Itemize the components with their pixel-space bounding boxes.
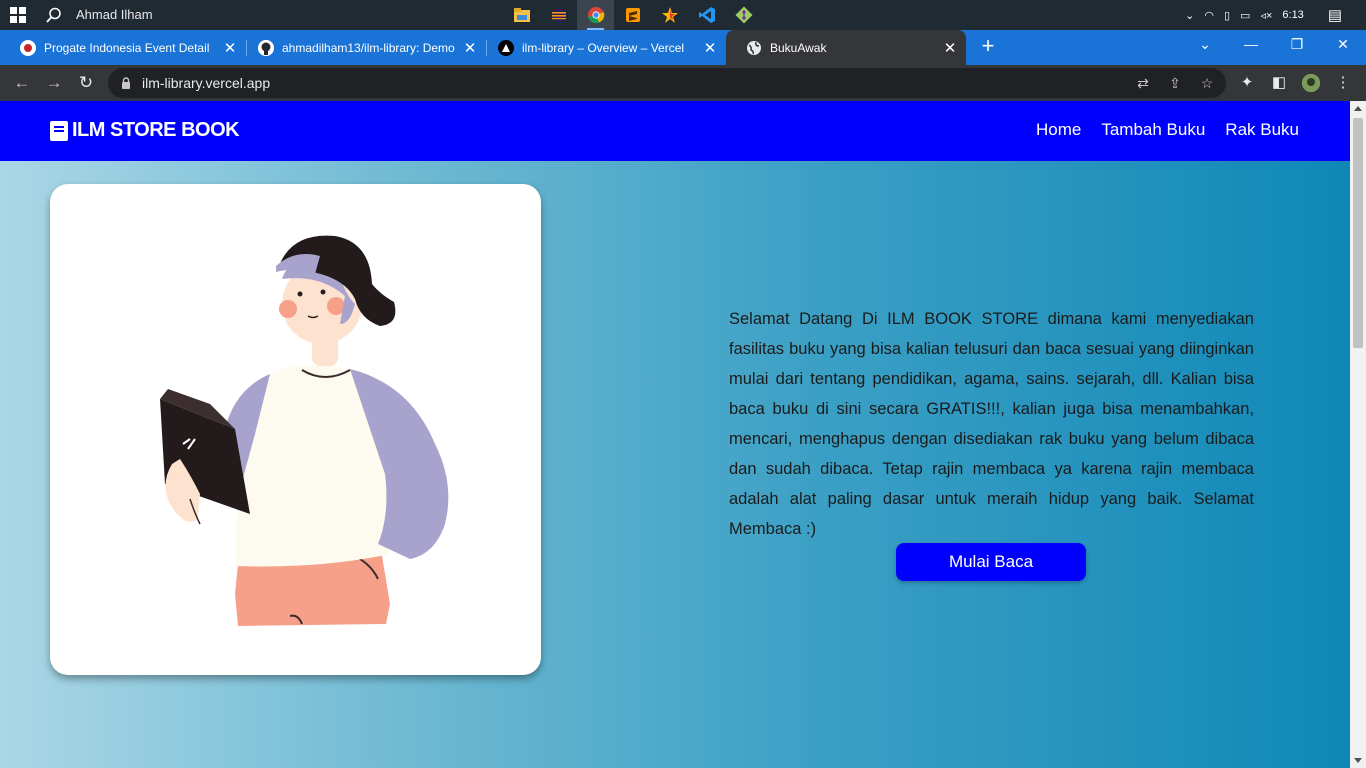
restore-icon[interactable]: ❐	[1274, 30, 1320, 60]
close-icon[interactable]: ✕	[220, 39, 240, 57]
site-menu: Home Tambah Buku Rak Buku	[1016, 120, 1299, 140]
sublime-icon[interactable]	[614, 0, 651, 30]
file-explorer-icon[interactable]	[503, 0, 540, 30]
welcome-text: Selamat Datang Di ILM BOOK STORE dimana …	[729, 309, 1254, 538]
tab-title: ahmadilham13/ilm-library: Demo	[282, 40, 455, 55]
close-icon[interactable]: ✕	[460, 39, 480, 57]
site-navbar: ILM STORE BOOK Home Tambah Buku Rak Buku	[0, 101, 1350, 161]
notification-icon[interactable]: ▤	[1328, 6, 1342, 24]
bookmark-star-icon[interactable]: ☆	[1199, 75, 1215, 91]
github-icon	[258, 39, 274, 56]
scrollbar-thumb[interactable]	[1353, 118, 1363, 348]
share-icon[interactable]: ⇪	[1167, 75, 1183, 91]
site-brand[interactable]: ILM STORE BOOK	[50, 119, 240, 142]
new-tab-button[interactable]: +	[978, 35, 998, 57]
profile-avatar[interactable]	[1302, 74, 1320, 92]
phone-icon[interactable]: ▯	[1224, 9, 1230, 22]
tab-github[interactable]: ahmadilham13/ilm-library: Demo ✕	[238, 30, 486, 65]
url-text[interactable]: ilm-library.vercel.app	[142, 75, 270, 91]
tab-title: ilm-library – Overview – Vercel	[522, 40, 685, 55]
brand-text: ILM STORE BOOK	[72, 119, 240, 141]
tab-search-icon[interactable]: ⌄	[1182, 30, 1228, 60]
taskbar-user-name: Ahmad Ilham	[76, 7, 153, 22]
back-icon[interactable]: ←	[12, 73, 32, 93]
volume-muted-icon[interactable]: ◃×	[1260, 9, 1272, 22]
browser-tab-strip: Progate Indonesia Event Detail ✕ ahmadil…	[0, 30, 1366, 65]
extensions-icon[interactable]: ✦	[1238, 74, 1256, 92]
windows-start-icon[interactable]	[10, 7, 26, 23]
progate-icon	[20, 39, 36, 56]
reload-icon[interactable]: ↻	[76, 73, 96, 93]
close-icon[interactable]: ✕	[700, 39, 720, 57]
vscode-icon[interactable]	[688, 0, 725, 30]
tab-bukuawak[interactable]: BukuAwak ✕	[726, 30, 966, 65]
nav-tambah-buku[interactable]: Tambah Buku	[1101, 120, 1205, 140]
hero-image-card	[50, 184, 541, 675]
forward-icon[interactable]: →	[44, 73, 64, 93]
close-icon[interactable]: ✕	[940, 39, 960, 57]
browser-toolbar: ← → ↻ ilm-library.vercel.app ⇄ ⇪ ☆ ✦ ◧ ⋮	[0, 65, 1366, 101]
wifi-icon[interactable]: ◠	[1204, 9, 1214, 22]
page-scrollbar[interactable]	[1350, 101, 1366, 768]
side-panel-icon[interactable]: ◧	[1270, 74, 1288, 92]
reading-person-illustration	[160, 235, 449, 626]
book-icon	[50, 120, 68, 141]
page-viewport: ILM STORE BOOK Home Tambah Buku Rak Buku	[0, 101, 1350, 768]
globe-icon	[746, 40, 762, 56]
battery-icon[interactable]: ▭	[1240, 9, 1250, 22]
chrome-icon[interactable]	[577, 0, 614, 30]
menu-kebab-icon[interactable]: ⋮	[1334, 74, 1352, 92]
tab-vercel[interactable]: ilm-library – Overview – Vercel ✕	[478, 30, 726, 65]
tab-title: BukuAwak	[770, 40, 827, 55]
taskbar-clock[interactable]: 6:13	[1282, 9, 1303, 21]
chevron-up-icon[interactable]: ⌄	[1185, 9, 1194, 22]
eclipse-icon[interactable]	[540, 0, 577, 30]
nav-home[interactable]: Home	[1036, 120, 1081, 140]
translate-icon[interactable]: ⇄	[1135, 75, 1151, 91]
address-bar[interactable]: ilm-library.vercel.app ⇄ ⇪ ☆	[108, 68, 1226, 98]
git-icon[interactable]	[725, 0, 762, 30]
tab-progate[interactable]: Progate Indonesia Event Detail ✕	[0, 30, 246, 65]
nav-rak-buku[interactable]: Rak Buku	[1225, 120, 1299, 140]
start-reading-button[interactable]: Mulai Baca	[896, 543, 1086, 581]
star-app-icon[interactable]	[651, 0, 688, 30]
window-close-icon[interactable]: ✕	[1320, 30, 1366, 60]
lock-icon[interactable]	[121, 76, 131, 89]
windows-taskbar: Ahmad Ilham ⌄ ◠ ▯ ▭ ◃× 6:13 ▤	[0, 0, 1366, 30]
search-icon[interactable]	[46, 7, 62, 23]
vercel-icon	[498, 39, 514, 56]
minimize-icon[interactable]: —	[1228, 30, 1274, 60]
tab-title: Progate Indonesia Event Detail	[44, 40, 210, 55]
